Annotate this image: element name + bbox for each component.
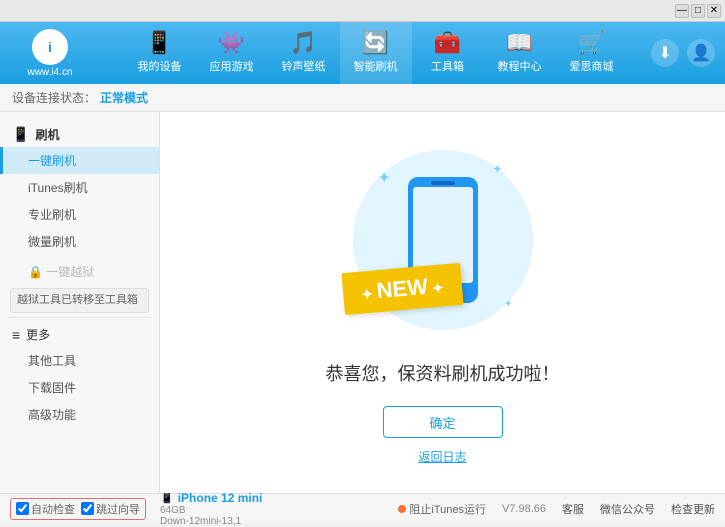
apps-icon: 👾 bbox=[218, 32, 245, 54]
nav-tutorials[interactable]: 📖 教程中心 bbox=[484, 22, 556, 84]
sidebar-warning: 越狱工具已转移至工具箱 bbox=[10, 288, 149, 313]
warning-text: 越狱工具已转移至工具箱 bbox=[17, 294, 138, 306]
logo: i www.i4.cn bbox=[10, 29, 90, 78]
jailbreak-label: 一键越狱 bbox=[46, 265, 94, 279]
nav-smart-flash-label: 智能刷机 bbox=[354, 58, 398, 74]
wechat-link[interactable]: 微信公众号 bbox=[600, 501, 655, 517]
skip-wizard-text: 跳过向导 bbox=[96, 501, 140, 517]
title-bar: — □ ✕ bbox=[0, 0, 725, 22]
close-button[interactable]: ✕ bbox=[707, 4, 721, 18]
more-section-icon: ≡ bbox=[12, 327, 20, 343]
sparkle-3: ✦ bbox=[504, 299, 512, 310]
nav-my-device-label: 我的设备 bbox=[138, 58, 182, 74]
confirm-button[interactable]: 确定 bbox=[383, 406, 503, 438]
user-button[interactable]: 👤 bbox=[687, 39, 715, 67]
phone-illustration: ✦ ✦ ✦ NEW bbox=[343, 140, 543, 340]
sidebar-item-itunes-flash[interactable]: iTunes刷机 bbox=[0, 174, 159, 201]
device-model: Down-12mini-13,1 bbox=[160, 516, 262, 527]
customer-service-link[interactable]: 客服 bbox=[562, 501, 584, 517]
nav-items: 📱 我的设备 👾 应用游戏 🎵 铃声壁纸 🔄 智能刷机 🧰 工具箱 📖 教程中心… bbox=[100, 22, 651, 84]
sidebar-divider bbox=[8, 317, 151, 318]
sidebar-item-one-click-flash[interactable]: 一键刷机 bbox=[0, 147, 159, 174]
version-text: V7.98.66 bbox=[502, 503, 546, 515]
nav-store-label: 爱思商城 bbox=[570, 58, 614, 74]
itunes-dot bbox=[398, 505, 406, 513]
nav-tutorials-label: 教程中心 bbox=[498, 58, 542, 74]
nav-my-device[interactable]: 📱 我的设备 bbox=[124, 22, 196, 84]
nav-wallpaper[interactable]: 🎵 铃声壁纸 bbox=[268, 22, 340, 84]
check-update-link[interactable]: 检查更新 bbox=[671, 501, 715, 517]
sparkle-1: ✦ bbox=[378, 168, 391, 188]
success-text: 恭喜您，保资料刷机成功啦！ bbox=[326, 360, 560, 386]
sidebar: 📱 刷机 一键刷机 iTunes刷机 专业刷机 微量刷机 🔒 一键越狱 越狱工具… bbox=[0, 112, 160, 493]
sidebar-item-jailbreak: 🔒 一键越狱 bbox=[0, 259, 159, 284]
sidebar-item-download-firmware[interactable]: 下载固件 bbox=[0, 374, 159, 401]
sidebar-item-other-tools[interactable]: 其他工具 bbox=[0, 347, 159, 374]
download-button[interactable]: ⬇ bbox=[651, 39, 679, 67]
wallpaper-icon: 🎵 bbox=[290, 32, 317, 54]
nav-wallpaper-label: 铃声壁纸 bbox=[282, 58, 326, 74]
device-capacity: 64GB bbox=[160, 505, 262, 516]
sidebar-item-save-data-flash[interactable]: 微量刷机 bbox=[0, 228, 159, 255]
flash-section-icon: 📱 bbox=[12, 126, 29, 143]
sparkle-2: ✦ bbox=[492, 162, 502, 176]
sidebar-more-label: 更多 bbox=[26, 326, 50, 343]
bottom-bar: 自动检查 跳过向导 📱 iPhone 12 mini 64GB Down-12m… bbox=[0, 493, 725, 523]
nav-right-buttons: ⬇ 👤 bbox=[651, 39, 715, 67]
auto-upgrade-label[interactable]: 自动检查 bbox=[16, 501, 75, 517]
content-area: ✦ ✦ ✦ NEW 恭喜您，保资料刷机成功啦！ 确定 返回日志 bbox=[160, 112, 725, 493]
back-link[interactable]: 返回日志 bbox=[418, 448, 466, 465]
checkbox-group: 自动检查 跳过向导 bbox=[10, 498, 146, 520]
nav-smart-flash[interactable]: 🔄 智能刷机 bbox=[340, 22, 412, 84]
sidebar-flash-header: 📱 刷机 bbox=[0, 122, 159, 147]
new-ribbon: NEW bbox=[341, 263, 463, 315]
my-device-icon: 📱 bbox=[146, 32, 173, 54]
itunes-indicator: 阻止iTunes运行 bbox=[398, 501, 486, 517]
sidebar-item-pro-flash[interactable]: 专业刷机 bbox=[0, 201, 159, 228]
nav-store[interactable]: 🛒 爱思商城 bbox=[556, 22, 628, 84]
confirm-button-label: 确定 bbox=[429, 413, 455, 432]
tools-icon: 🧰 bbox=[434, 32, 461, 54]
minimize-button[interactable]: — bbox=[675, 4, 689, 18]
logo-text: www.i4.cn bbox=[27, 67, 72, 78]
sidebar-item-advanced[interactable]: 高级功能 bbox=[0, 401, 159, 428]
status-label: 设备连接状态： bbox=[12, 89, 96, 106]
device-info: 📱 iPhone 12 mini 64GB Down-12mini-13,1 bbox=[160, 491, 262, 527]
auto-upgrade-checkbox[interactable] bbox=[16, 502, 29, 515]
nav-apps[interactable]: 👾 应用游戏 bbox=[196, 22, 268, 84]
smart-flash-icon: 🔄 bbox=[362, 32, 389, 54]
sidebar-flash-label: 刷机 bbox=[35, 126, 59, 143]
status-bar: 设备连接状态： 正常模式 bbox=[0, 84, 725, 112]
top-nav: i www.i4.cn 📱 我的设备 👾 应用游戏 🎵 铃声壁纸 🔄 智能刷机 … bbox=[0, 22, 725, 84]
nav-tools[interactable]: 🧰 工具箱 bbox=[412, 22, 484, 84]
store-icon: 🛒 bbox=[578, 32, 605, 54]
bottom-right: 阻止iTunes运行 V7.98.66 客服 微信公众号 检查更新 bbox=[398, 501, 715, 517]
sidebar-more-header: ≡ 更多 bbox=[0, 322, 159, 347]
nav-tools-label: 工具箱 bbox=[431, 58, 464, 74]
status-value: 正常模式 bbox=[100, 89, 148, 106]
itunes-label: 阻止iTunes运行 bbox=[409, 501, 486, 517]
lock-icon: 🔒 bbox=[28, 265, 46, 279]
sidebar-flash-section: 📱 刷机 一键刷机 iTunes刷机 专业刷机 微量刷机 bbox=[0, 118, 159, 259]
phone-circle-bg: ✦ ✦ ✦ NEW bbox=[353, 150, 533, 330]
tutorials-icon: 📖 bbox=[506, 32, 533, 54]
skip-wizard-label[interactable]: 跳过向导 bbox=[81, 501, 140, 517]
nav-apps-label: 应用游戏 bbox=[210, 58, 254, 74]
main-content: 📱 刷机 一键刷机 iTunes刷机 专业刷机 微量刷机 🔒 一键越狱 越狱工具… bbox=[0, 112, 725, 493]
logo-icon: i bbox=[32, 29, 68, 65]
maximize-button[interactable]: □ bbox=[691, 4, 705, 18]
bottom-left: 自动检查 跳过向导 📱 iPhone 12 mini 64GB Down-12m… bbox=[10, 491, 398, 527]
skip-wizard-checkbox[interactable] bbox=[81, 502, 94, 515]
auto-upgrade-text: 自动检查 bbox=[31, 501, 75, 517]
